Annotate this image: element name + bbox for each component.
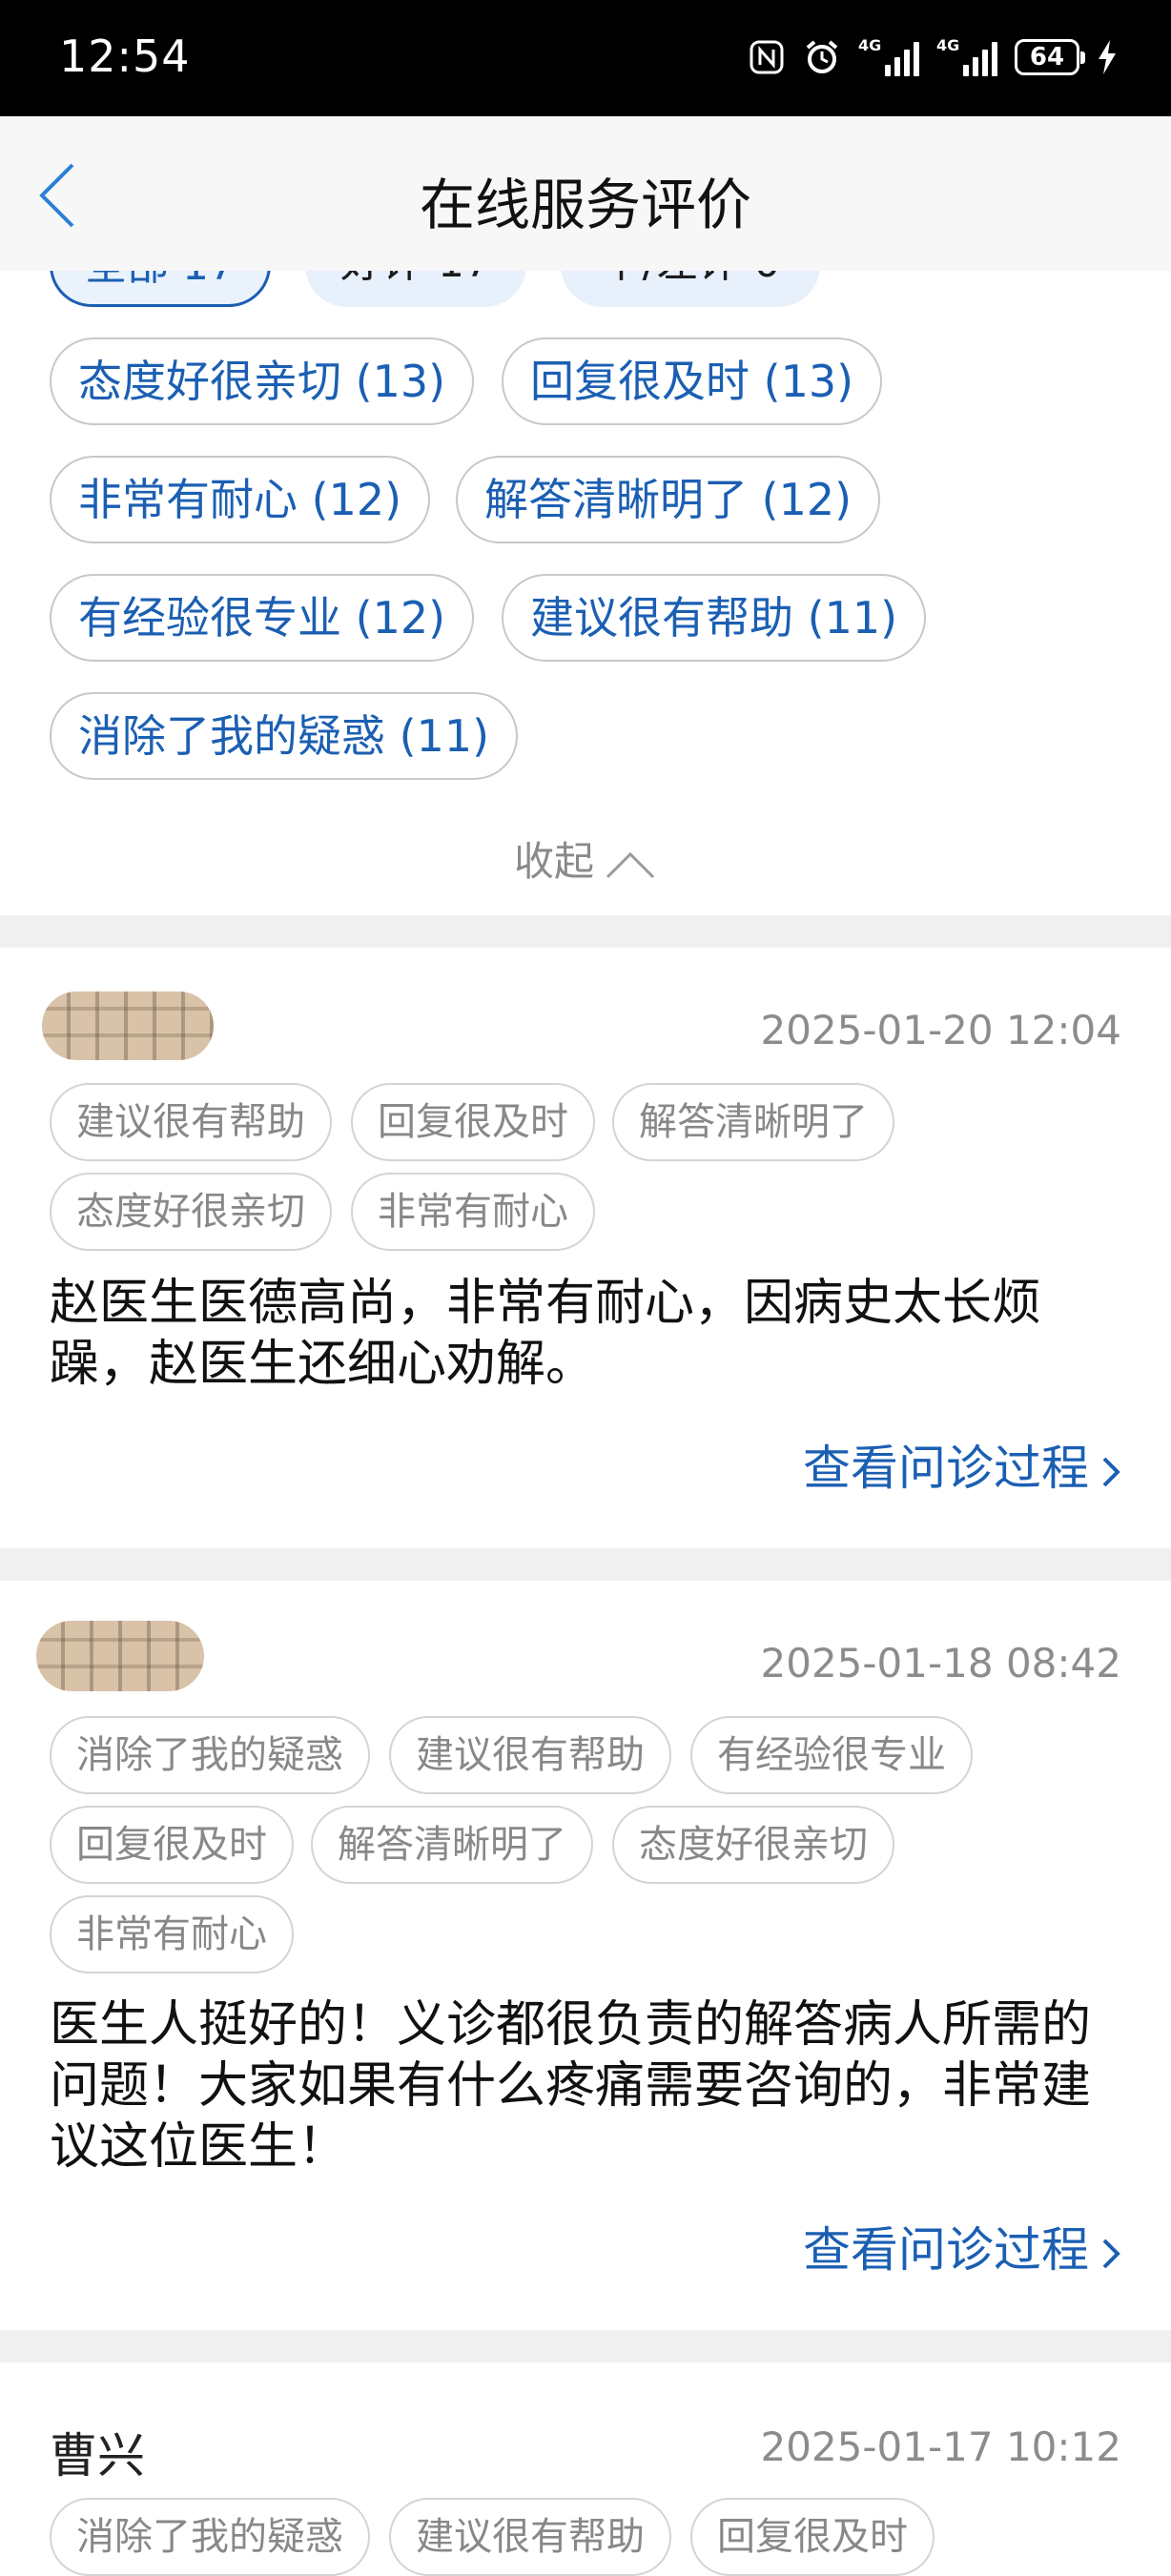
battery-level: 64 bbox=[1029, 43, 1065, 72]
review-tag: 回复很及时 bbox=[50, 1806, 294, 1884]
tag-filter-chip[interactable]: 消除了我的疑惑 (11) bbox=[50, 692, 519, 780]
collapse-label: 收起 bbox=[513, 838, 594, 885]
tag-filter-chip[interactable]: 非常有耐心 (12) bbox=[50, 456, 431, 543]
status-bar: 12:54 4G 4G 64 bbox=[0, 0, 1171, 116]
section-divider bbox=[0, 915, 1171, 948]
view-consultation-link[interactable]: 查看问诊过程 bbox=[803, 2212, 1121, 2280]
alarm-icon bbox=[806, 40, 838, 73]
section-divider bbox=[0, 2330, 1171, 2362]
nfc-icon bbox=[750, 40, 784, 74]
review-tag: 建议很有帮助 bbox=[389, 1716, 671, 1794]
review-date: 2025-01-18 08:42 bbox=[760, 1640, 1121, 1687]
review-tag: 非常有耐心 bbox=[50, 1895, 294, 1973]
nav-bar: 在线服务评价 bbox=[0, 116, 1171, 271]
chevron-up-icon bbox=[606, 851, 655, 878]
view-consultation-label: 查看问诊过程 bbox=[803, 1441, 1089, 1496]
review-date: 2025-01-17 10:12 bbox=[760, 2423, 1121, 2470]
charging-icon bbox=[1099, 40, 1116, 74]
review-tag: 消除了我的疑惑 bbox=[50, 1716, 370, 1794]
signal-icon: 4G bbox=[858, 36, 919, 76]
tag-filter-chip[interactable]: 有经验很专业 (12) bbox=[50, 574, 475, 662]
collapse-toggle[interactable]: 收起 bbox=[0, 829, 1171, 888]
avatar bbox=[42, 992, 214, 1060]
review-tag: 有经验很专业 bbox=[690, 1716, 973, 1794]
network-label: 4G bbox=[858, 36, 882, 54]
review-tag: 解答清晰明了 bbox=[612, 1083, 894, 1161]
battery-icon: 64 bbox=[1015, 39, 1085, 75]
tag-filter-chip[interactable]: 建议很有帮助 (11) bbox=[502, 574, 927, 662]
review-date: 2025-01-20 12:04 bbox=[760, 1007, 1121, 1053]
chevron-right-icon bbox=[1102, 2239, 1120, 2268]
review-tag: 回复很及时 bbox=[690, 2498, 935, 2576]
review-tag: 态度好很亲切 bbox=[50, 1173, 332, 1251]
view-consultation-link[interactable]: 查看问诊过程 bbox=[803, 1430, 1121, 1499]
tag-filter-chip[interactable]: 态度好很亲切 (13) bbox=[50, 337, 475, 425]
review-tag: 回复很及时 bbox=[351, 1083, 595, 1161]
tag-filter-chip[interactable]: 回复很及时 (13) bbox=[502, 337, 883, 425]
network-label: 4G bbox=[936, 36, 960, 54]
review-tag: 消除了我的疑惑 bbox=[50, 2498, 370, 2576]
review-tag: 态度好很亲切 bbox=[612, 1806, 894, 1884]
review-text: 赵医生医德高尚，非常有耐心，因病史太长烦躁，赵医生还细心劝解。 bbox=[50, 1275, 1042, 1393]
signal-icon: 4G bbox=[936, 36, 997, 76]
review-tag: 建议很有帮助 bbox=[389, 2498, 671, 2576]
status-time: 12:54 bbox=[59, 31, 191, 82]
section-divider bbox=[0, 1548, 1171, 1581]
review-tag: 非常有耐心 bbox=[351, 1173, 595, 1251]
review-text: 医生人挺好的！义诊都很负责的解答病人所需的问题！大家如果有什么疼痛需要咨询的，非… bbox=[50, 1996, 1092, 2176]
view-consultation-label: 查看问诊过程 bbox=[803, 2222, 1089, 2278]
page-title: 在线服务评价 bbox=[419, 173, 751, 237]
chevron-right-icon bbox=[1102, 1457, 1120, 1486]
reviewer-name: 曹兴 bbox=[50, 2428, 145, 2484]
review-tag: 建议很有帮助 bbox=[50, 1083, 332, 1161]
avatar bbox=[36, 1621, 204, 1691]
status-icons: 4G 4G 64 bbox=[748, 32, 1118, 82]
review-tag: 解答清晰明了 bbox=[311, 1806, 593, 1884]
tag-filter-chip[interactable]: 解答清晰明了 (12) bbox=[456, 456, 881, 543]
